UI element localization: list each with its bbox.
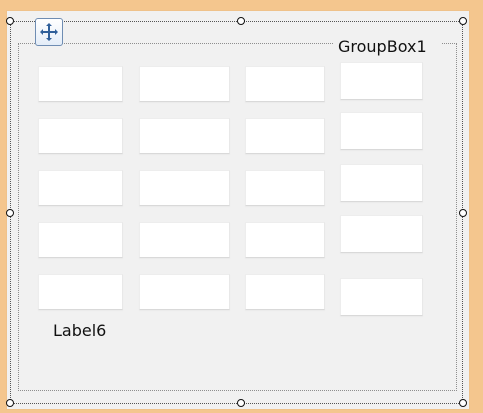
text-field-r3c2[interactable]	[139, 170, 230, 206]
move-icon[interactable]	[35, 18, 63, 46]
text-field-r2c1[interactable]	[38, 118, 123, 154]
selection-handle-top-left[interactable]	[6, 17, 14, 25]
text-field-r4c2[interactable]	[139, 222, 230, 258]
text-field-r4c1[interactable]	[38, 222, 123, 258]
text-field-r1c1[interactable]	[38, 66, 123, 102]
selection-handle-middle-right[interactable]	[459, 209, 467, 217]
text-field-r5c3[interactable]	[245, 274, 325, 310]
text-field-r2c4[interactable]	[340, 112, 423, 150]
text-field-r4c4[interactable]	[340, 215, 423, 253]
text-field-r5c2[interactable]	[139, 274, 230, 310]
text-field-r2c2[interactable]	[139, 118, 230, 154]
selection-handle-bottom-right[interactable]	[459, 399, 467, 407]
text-field-r1c2[interactable]	[139, 66, 230, 102]
label6: Label6	[53, 321, 107, 340]
selection-handle-bottom-left[interactable]	[6, 399, 14, 407]
text-field-r3c1[interactable]	[38, 170, 123, 206]
text-field-r4c3[interactable]	[245, 222, 325, 258]
groupbox-title: GroupBox1	[334, 37, 442, 59]
text-field-r1c4[interactable]	[340, 62, 423, 100]
text-field-r5c4[interactable]	[340, 278, 423, 316]
text-field-r3c3[interactable]	[245, 170, 325, 206]
text-field-r1c3[interactable]	[245, 66, 325, 102]
designer-stage: GroupBox1 Label6	[0, 0, 483, 413]
selection-handle-bottom-center[interactable]	[237, 399, 245, 407]
text-field-r3c4[interactable]	[340, 164, 423, 202]
text-field-r5c1[interactable]	[38, 274, 123, 310]
selection-handle-top-right[interactable]	[459, 17, 467, 25]
text-field-r2c3[interactable]	[245, 118, 325, 154]
selection-handle-top-center[interactable]	[237, 17, 245, 25]
selection-handle-middle-left[interactable]	[6, 209, 14, 217]
